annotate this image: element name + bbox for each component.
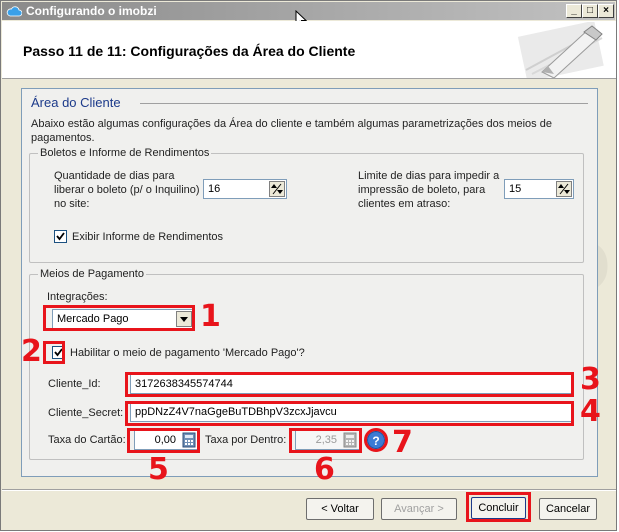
limite-dias-value: 15 [509, 183, 522, 195]
exibir-informe-label: Exibir Informe de Rendimentos [72, 231, 224, 243]
concluir-button[interactable]: Concluir [471, 497, 526, 519]
dias-spin-icon[interactable] [269, 181, 285, 197]
maximize-button[interactable]: □ [582, 4, 598, 18]
cancelar-button[interactable]: Cancelar [539, 498, 597, 520]
voltar-button[interactable]: < Voltar [306, 498, 374, 520]
dias-liberar-input[interactable]: 16 [203, 179, 287, 199]
cloud-icon [6, 5, 23, 20]
section-divider [140, 103, 588, 104]
minimize-button[interactable]: _ [566, 4, 582, 18]
taxa-dentro-label: Taxa por Dentro: [205, 434, 287, 446]
boletos-legend: Boletos e Informe de Rendimentos [38, 147, 212, 159]
taxa-cartao-label: Taxa do Cartão: [48, 434, 126, 446]
habilitar-pagamento-label: Habilitar o meio de pagamento 'Mercado P… [70, 347, 305, 359]
annotation-box-1 [43, 305, 195, 331]
wizard-pen-icon [512, 20, 612, 82]
dias-label-line3: no site: [54, 198, 90, 210]
page-title: Passo 11 de 11: Configurações da Área do… [23, 43, 356, 59]
annotation-number-2: 2 [21, 334, 42, 369]
limite-label-line1: Limite de dias para impedir a [358, 170, 500, 182]
checkmark-icon [56, 232, 65, 241]
limite-dias-input[interactable]: 15 [504, 179, 574, 199]
footer-divider [2, 489, 616, 491]
cliente-secret-label: Cliente_Secret: [48, 407, 124, 419]
title-bar: Configurando o imobzi _ □ × [2, 2, 615, 20]
annotation-number-4: 4 [580, 394, 601, 429]
close-button[interactable]: × [598, 4, 614, 18]
section-title: Área do Cliente [31, 95, 121, 110]
annotation-box-3 [125, 372, 574, 397]
dias-liberar-value: 16 [208, 183, 221, 195]
annotation-box-2 [43, 341, 65, 364]
annotation-box-7 [364, 428, 388, 452]
limite-label-line3: clientes em atraso: [358, 198, 451, 210]
window-title: Configurando o imobzi [26, 4, 157, 18]
section-intro: Abaixo estão algumas configurações da Ár… [31, 118, 552, 144]
annotation-number-7: 7 [392, 425, 413, 460]
exibir-informe-checkbox[interactable] [54, 230, 67, 243]
dias-label-line2: liberar o boleto (p/ o Inquilino) [54, 184, 200, 196]
boletos-group: Boletos e Informe de Rendimentos Quantid… [29, 147, 584, 263]
annotation-number-1: 1 [200, 299, 221, 334]
cliente-id-label: Cliente_Id: [48, 378, 101, 390]
avancar-button[interactable]: Avançar > [381, 498, 457, 520]
wizard-window: Configurando o imobzi _ □ × Passo 11 de … [0, 0, 619, 531]
annotation-box-4 [125, 401, 574, 426]
annotation-number-5: 5 [148, 452, 169, 487]
wizard-header: Passo 11 de 11: Configurações da Área do… [2, 20, 616, 82]
limite-spin-icon[interactable] [556, 181, 572, 197]
limite-label-line2: impressão de boleto, para [358, 184, 486, 196]
annotation-number-3: 3 [580, 362, 601, 397]
dias-label-line1: Quantidade de dias para [54, 170, 175, 182]
pagamento-legend: Meios de Pagamento [38, 268, 146, 280]
annotation-number-6: 6 [314, 452, 335, 487]
annotation-box-6 [289, 428, 362, 453]
annotation-box-5 [127, 428, 200, 453]
integracoes-label: Integrações: [47, 291, 108, 303]
